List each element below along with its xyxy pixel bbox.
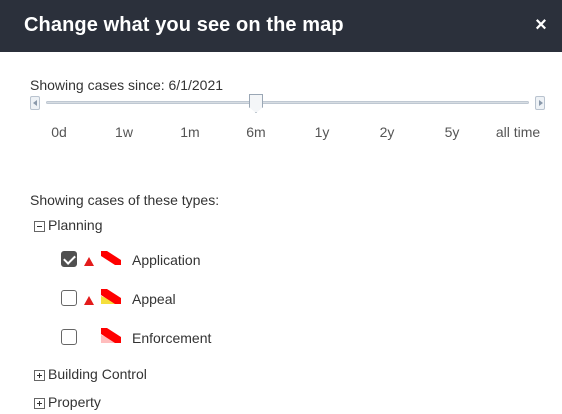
enforcement-checkbox[interactable] — [61, 329, 77, 345]
red-stripe-icon — [101, 251, 121, 265]
panel-header: Change what you see on the map × — [0, 0, 562, 52]
slider-tick-label: 2y — [379, 124, 395, 140]
application-checkbox[interactable] — [61, 251, 77, 267]
slider-tick-label: all time — [495, 124, 541, 140]
group-planning-label[interactable]: Planning — [48, 217, 103, 233]
red-triangle-icon — [84, 296, 94, 305]
close-icon[interactable]: × — [530, 14, 552, 36]
slider-tick-label: 5y — [444, 124, 460, 140]
expand-icon[interactable] — [34, 370, 45, 381]
red-triangle-icon — [84, 257, 94, 266]
slider-tick-label: 0d — [51, 124, 67, 140]
panel-title: Change what you see on the map — [24, 14, 344, 36]
slider-track[interactable] — [46, 101, 529, 104]
appeal-label: Appeal — [132, 291, 176, 307]
slider-tick-label: 1w — [115, 124, 133, 140]
slider-right-arrow-icon[interactable] — [535, 96, 545, 110]
enforcement-label: Enforcement — [132, 330, 212, 346]
types-filter-label: Showing cases of these types: — [30, 192, 220, 208]
expand-icon[interactable] — [34, 398, 45, 409]
group-building-control-label[interactable]: Building Control — [48, 366, 147, 382]
slider-thumb[interactable] — [249, 94, 263, 113]
slider-tick-label: 1y — [314, 124, 330, 140]
slider-left-arrow-icon[interactable] — [30, 96, 40, 110]
time-slider[interactable] — [30, 94, 545, 114]
slider-tick-label: 1m — [180, 124, 200, 140]
collapse-icon[interactable] — [34, 221, 45, 232]
time-filter-label: Showing cases since: 6/1/2021 — [30, 77, 224, 93]
red-yellow-stripe-icon — [101, 289, 121, 304]
slider-tick-label: 6m — [246, 124, 266, 140]
appeal-checkbox[interactable] — [61, 290, 77, 306]
red-pink-stripe-icon — [101, 328, 121, 343]
application-label: Application — [132, 252, 201, 268]
group-property-label[interactable]: Property — [48, 394, 101, 410]
